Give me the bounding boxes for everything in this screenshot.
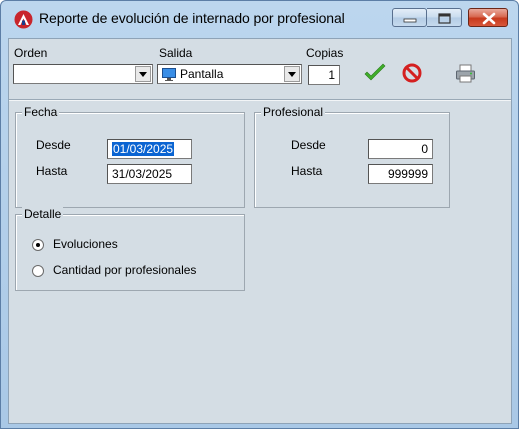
profesional-title: Profesional bbox=[261, 105, 326, 119]
orden-label: Orden bbox=[14, 46, 48, 60]
profesional-desde-input[interactable]: 0 bbox=[368, 139, 433, 159]
fecha-desde-label: Desde bbox=[36, 138, 71, 152]
salida-label: Salida bbox=[159, 46, 193, 60]
toolbar-divider bbox=[9, 99, 511, 100]
copias-input[interactable]: 1 bbox=[308, 65, 340, 85]
salida-value: Pantalla bbox=[180, 67, 224, 81]
profesional-hasta-value: 999999 bbox=[387, 167, 428, 181]
close-icon bbox=[482, 12, 496, 25]
copias-value: 1 bbox=[328, 68, 335, 82]
detalle-title: Detalle bbox=[22, 207, 64, 221]
fecha-hasta-label: Hasta bbox=[36, 164, 68, 178]
app-logo-icon bbox=[14, 10, 33, 29]
profesional-group: Profesional Desde 0 Hasta 999999 bbox=[254, 105, 450, 208]
fecha-hasta-input[interactable]: 31/03/2025 bbox=[107, 164, 192, 184]
chevron-down-icon[interactable] bbox=[135, 66, 151, 82]
copias-label: Copias bbox=[306, 46, 344, 60]
radio-cantidad-label: Cantidad por profesionales bbox=[53, 263, 197, 277]
fecha-desde-value: 01/03/2025 bbox=[112, 142, 175, 156]
profesional-desde-label: Desde bbox=[291, 138, 326, 152]
close-button[interactable] bbox=[468, 8, 508, 27]
report-window: Reporte de evolución de internado por pr… bbox=[0, 0, 519, 429]
fecha-hasta-value: 31/03/2025 bbox=[112, 167, 173, 181]
detalle-group: Detalle Evoluciones Cantidad por profesi… bbox=[15, 207, 245, 291]
window-title: Reporte de evolución de internado por pr… bbox=[39, 10, 345, 26]
salida-select[interactable]: Pantalla bbox=[157, 64, 302, 84]
title-bar[interactable]: Reporte de evolución de internado por pr… bbox=[1, 1, 518, 35]
printer-icon[interactable] bbox=[455, 64, 477, 84]
radio-evoluciones[interactable]: Evoluciones bbox=[32, 237, 232, 253]
radio-button-unchecked[interactable] bbox=[32, 265, 44, 277]
minimize-icon bbox=[403, 18, 417, 23]
orden-select[interactable] bbox=[13, 64, 153, 84]
maximize-icon bbox=[438, 13, 451, 24]
radio-cantidad-profesionales[interactable]: Cantidad por profesionales bbox=[32, 263, 232, 279]
chevron-down-icon[interactable] bbox=[284, 66, 300, 82]
cancel-icon[interactable] bbox=[402, 63, 422, 83]
fecha-desde-input[interactable]: 01/03/2025 bbox=[107, 139, 192, 159]
profesional-hasta-label: Hasta bbox=[291, 164, 323, 178]
monitor-icon bbox=[162, 68, 176, 81]
profesional-hasta-input[interactable]: 999999 bbox=[368, 164, 433, 184]
client-area: Orden Salida Pantalla Copias 1 Fecha Des… bbox=[8, 38, 512, 424]
maximize-button[interactable] bbox=[427, 8, 462, 27]
fecha-title: Fecha bbox=[22, 105, 60, 119]
accept-checkmark-icon[interactable] bbox=[362, 63, 388, 83]
radio-button-checked[interactable] bbox=[32, 239, 44, 251]
minimize-button[interactable] bbox=[392, 8, 427, 27]
radio-evoluciones-label: Evoluciones bbox=[53, 237, 118, 251]
profesional-desde-value: 0 bbox=[421, 142, 428, 156]
fecha-group: Fecha Desde 01/03/2025 Hasta 31/03/2025 bbox=[15, 105, 245, 208]
